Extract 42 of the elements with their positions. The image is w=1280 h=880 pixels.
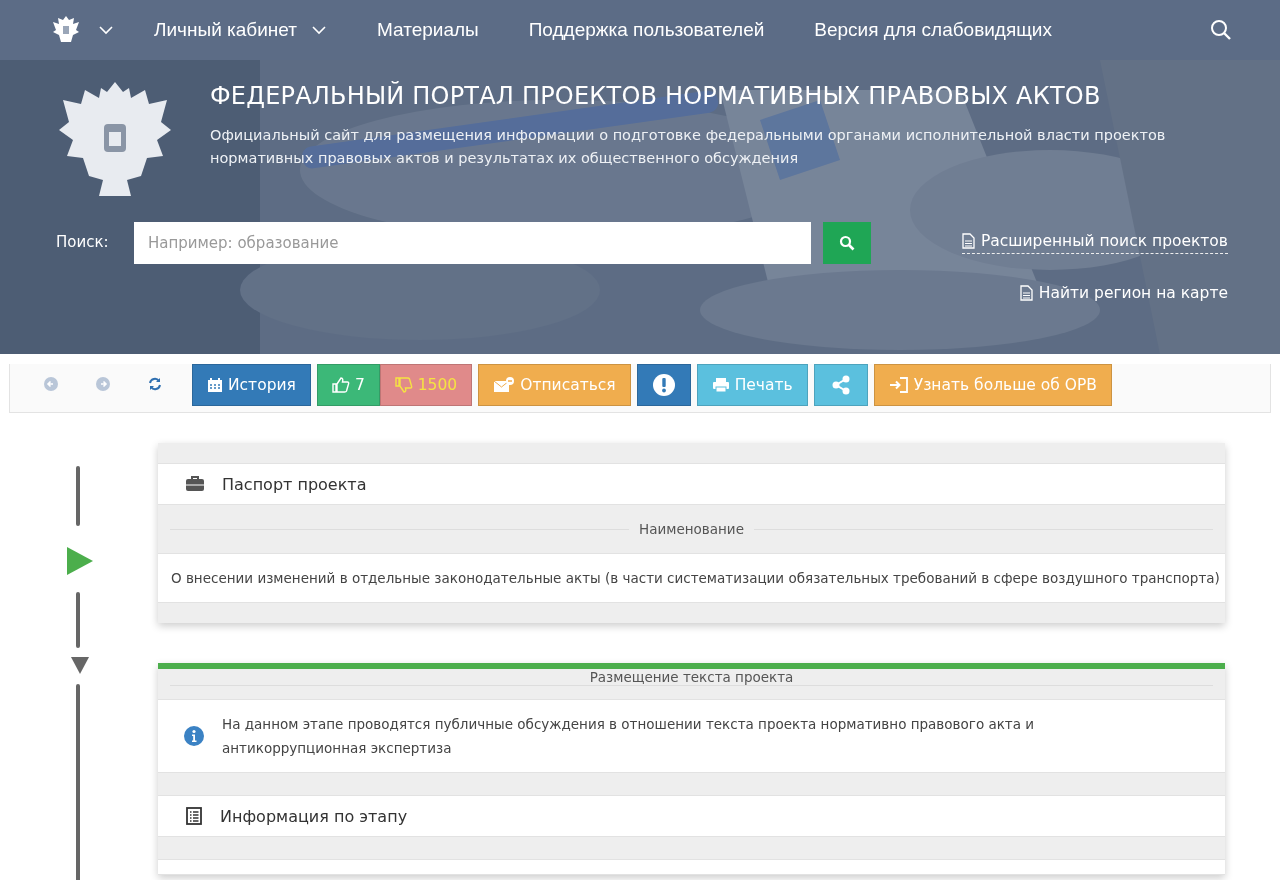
portal-title: ФЕДЕРАЛЬНЫЙ ПОРТАЛ ПРОЕКТОВ НОРМАТИВНЫХ ПРАВОВЫХ АКТОВ (210, 82, 1102, 110)
info-icon (184, 726, 204, 746)
card-title: Информация по этапу (220, 806, 408, 826)
like-button[interactable]: 7 (316, 364, 380, 406)
search-field[interactable]: Например: образование (134, 222, 811, 264)
stage-title: Размещение текста проекта (579, 669, 804, 685)
down-arrow-icon (71, 656, 89, 674)
account-dropdown[interactable]: Личный кабинет (154, 19, 327, 41)
nav-link[interactable]: Поддержка пользователей (528, 19, 765, 41)
list-icon (186, 807, 202, 825)
arrow-circle-icon (95, 376, 111, 392)
thumbs-down-icon (394, 377, 413, 393)
nav-link[interactable]: Материалы (376, 19, 479, 41)
search-icon (839, 235, 855, 251)
briefcase-icon (186, 476, 204, 492)
search-icon[interactable] (1210, 19, 1232, 41)
current-stage-marker-icon (66, 546, 94, 576)
card-title: Паспорт проекта (222, 474, 367, 494)
document-icon (1019, 285, 1033, 301)
chevron-down-icon (310, 25, 327, 35)
exclamation-icon (651, 373, 676, 397)
alert-button[interactable] (636, 364, 691, 406)
search-label: Поиск: (56, 233, 110, 251)
arrow-circle-icon (43, 376, 59, 392)
stage-info-text: На данном этапе проводятся публичные обсуждения в отношении текста проекта нормативно правового акта и антикоррупционная экспертиза (222, 715, 1036, 758)
nav-link[interactable]: Версия для слабовидящих (814, 19, 1052, 41)
search-button[interactable] (823, 222, 871, 264)
document-icon (962, 233, 975, 249)
portal-subtitle: Официальный сайт для размещения информации о подготовке федеральными органами исполнительной власти проектов нормативных правовых актов и результатах их общественного обсуждения (210, 126, 1167, 168)
chevron-down-icon (98, 25, 114, 35)
thumbs-up-icon (331, 377, 350, 393)
sign-in-icon (888, 377, 909, 393)
project-name: О внесении изменений в отдельные законодательные акты (в части систематизации обязательных требований в сфере воздушного транспорта) (171, 570, 1220, 586)
document-link[interactable]: Найти регион на карте (1019, 284, 1228, 305)
share-button[interactable] (813, 364, 868, 406)
refresh-icon (147, 376, 163, 392)
document-link[interactable]: Расширенный поиск проектов (962, 232, 1228, 254)
envelope-icon (493, 377, 516, 393)
calendar-icon (207, 377, 223, 393)
printer-icon (711, 377, 730, 393)
history-button[interactable]: История (192, 364, 311, 406)
section-label: Наименование (629, 521, 754, 537)
